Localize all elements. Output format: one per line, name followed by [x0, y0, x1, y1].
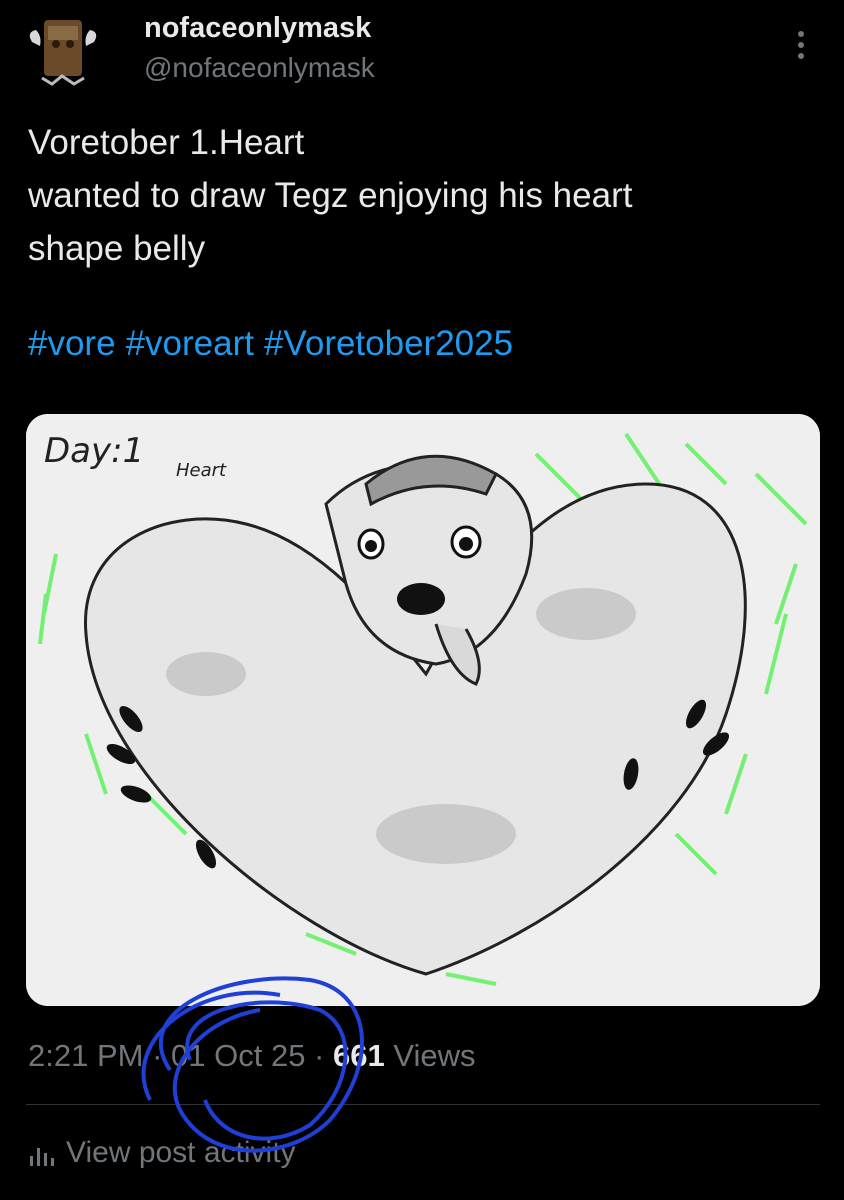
post-header: nofaceonlymask @nofaceonlymask [0, 0, 844, 100]
more-vertical-icon[interactable] [786, 22, 816, 72]
post-meta: 2:21 PM · 01 Oct 25 · 661 Views [28, 1038, 475, 1074]
post-text: Voretober 1.Heart wanted to draw Tegz en… [28, 116, 808, 275]
view-activity-label: View post activity [66, 1136, 296, 1169]
meta-separator: · [143, 1038, 172, 1073]
hashtag-link[interactable]: #vore [28, 324, 116, 363]
post-image[interactable]: Day:1 Heart [26, 414, 820, 1006]
post-text-line: shape belly [28, 229, 206, 268]
post-text-line: wanted to draw Tegz enjoying his heart [28, 176, 633, 215]
hashtag-link[interactable]: #Voretober2025 [264, 324, 513, 363]
post-time[interactable]: 2:21 PM [28, 1038, 143, 1073]
handwritten-subtitle: Heart [176, 460, 227, 481]
views-count: 661 [333, 1038, 385, 1073]
views-label: Views [384, 1038, 476, 1073]
author-display-name[interactable]: nofaceonlymask [144, 12, 371, 45]
meta-separator: · [305, 1038, 333, 1073]
hashtag-link[interactable]: #voreart [126, 324, 254, 363]
post-text-line: Voretober 1.Heart [28, 123, 305, 162]
author-handle[interactable]: @nofaceonlymask [144, 52, 375, 84]
hashtag-list: #vore #voreart #Voretober2025 [28, 324, 523, 364]
divider [26, 1104, 820, 1105]
handwritten-title: Day:1 [44, 431, 144, 471]
author-avatar[interactable] [22, 12, 104, 94]
view-activity-link[interactable]: View post activity [28, 1136, 296, 1170]
post-date[interactable]: 01 Oct 25 [171, 1038, 305, 1073]
bar-chart-icon [28, 1142, 56, 1167]
